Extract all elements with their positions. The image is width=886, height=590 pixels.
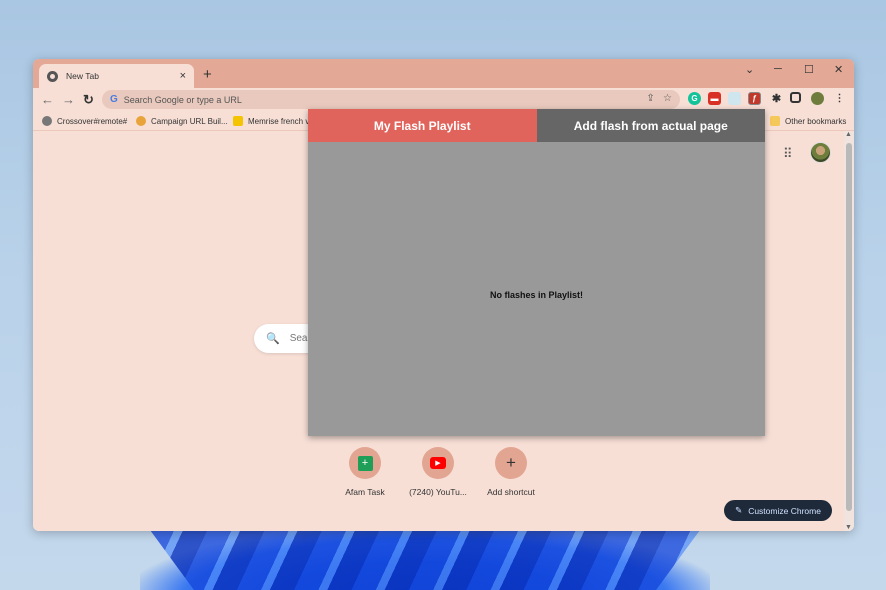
tab-title: New Tab — [66, 71, 99, 81]
sheets-icon: + — [357, 455, 373, 471]
flash-extension-icon[interactable]: ƒ — [748, 92, 761, 105]
shortcut-tile[interactable]: ▶ (7240) YouTu... — [398, 447, 478, 497]
scroll-up-icon[interactable]: ▲ — [845, 131, 852, 138]
extension-red-icon[interactable]: ▬ — [708, 92, 721, 105]
bookmark-item[interactable]: Crossover#remote# — [42, 116, 127, 126]
bookmark-item[interactable]: Campaign URL Buil... — [136, 116, 228, 126]
bookmark-item[interactable]: Memrise french v — [233, 116, 309, 126]
menu-icon[interactable]: ⋮ — [833, 92, 846, 105]
search-icon: 🔍 — [266, 333, 280, 345]
reload-icon[interactable]: ↻ — [83, 92, 94, 108]
account-avatar[interactable] — [810, 142, 831, 163]
other-bookmarks-label: Other bookmarks — [785, 116, 847, 126]
bookmark-favicon — [233, 116, 243, 126]
scrollbar[interactable]: ▲ ▼ — [844, 131, 854, 531]
empty-playlist-message: No flashes in Playlist! — [489, 290, 584, 300]
chrome-icon — [47, 70, 58, 82]
puzzle-icon[interactable]: ✱ — [770, 92, 783, 105]
shortcut-icon-circle: + — [349, 447, 381, 479]
shortcut-tile[interactable]: + Add shortcut — [471, 447, 551, 497]
minimize-button[interactable]: ─ — [774, 63, 782, 75]
tab-my-flash-playlist[interactable]: My Flash Playlist — [308, 109, 537, 142]
bookmark-label: Crossover#remote# — [57, 116, 128, 126]
bookmark-favicon — [42, 116, 52, 126]
other-bookmarks[interactable]: Other bookmarks — [770, 116, 846, 126]
playlist-body: No flashes in Playlist! — [308, 142, 765, 436]
grammarly-icon[interactable]: G — [688, 92, 701, 105]
shortcut-label: Afam Task — [345, 487, 385, 497]
back-icon[interactable]: ← — [41, 92, 54, 107]
popup-tabs: My Flash Playlist Add flash from actual … — [308, 109, 765, 142]
shortcut-icon-circle: + — [495, 447, 527, 479]
scroll-down-icon[interactable]: ▼ — [845, 524, 852, 531]
shortcut-label: Add shortcut — [487, 487, 535, 497]
customize-label: Customize Chrome — [748, 505, 821, 516]
tab-search-icon[interactable]: ⌄ — [745, 63, 754, 76]
new-tab-button[interactable]: + — [203, 66, 212, 83]
shortcut-label: (7240) YouTu... — [409, 487, 467, 497]
bookmark-favicon — [136, 116, 146, 126]
shortcut-icon-circle: ▶ — [422, 447, 454, 479]
tab-new-tab[interactable]: New Tab × — [39, 64, 194, 88]
shortcut-tile[interactable]: + Afam Task — [325, 447, 405, 497]
side-panel-icon[interactable] — [790, 92, 801, 103]
youtube-icon: ▶ — [430, 457, 446, 469]
forward-icon[interactable]: → — [62, 92, 75, 107]
wallpaper-ribbon — [150, 530, 700, 590]
profile-avatar[interactable] — [811, 92, 824, 105]
bookmark-label: Campaign URL Buil... — [151, 116, 228, 126]
share-bookmark-icons[interactable]: ⇪ ☆ — [646, 93, 672, 104]
customize-chrome-button[interactable]: ✎ Customize Chrome — [724, 500, 832, 521]
flash-playlist-popup: My Flash Playlist Add flash from actual … — [308, 109, 765, 436]
google-icon: G — [110, 94, 118, 105]
address-placeholder: Search Google or type a URL — [123, 94, 242, 105]
folder-icon — [770, 116, 780, 126]
extension-light-icon[interactable] — [728, 92, 741, 105]
title-bar: New Tab × + ⌄ ─ ☐ ✕ — [33, 59, 854, 88]
bookmark-label: Memrise french v — [248, 116, 310, 126]
maximize-button[interactable]: ☐ — [804, 63, 814, 76]
scrollbar-thumb[interactable] — [846, 143, 852, 511]
close-button[interactable]: ✕ — [834, 63, 843, 76]
tab-add-flash[interactable]: Add flash from actual page — [536, 109, 765, 142]
pencil-icon: ✎ — [735, 505, 743, 515]
address-bar[interactable]: G Search Google or type a URL ⇪ ☆ — [102, 90, 680, 109]
apps-grid-icon[interactable]: ⠿ — [783, 146, 792, 162]
plus-icon: + — [506, 453, 516, 472]
toolbar: ← → ↻ G Search Google or type a URL ⇪ ☆ … — [33, 88, 854, 111]
tab-close-icon[interactable]: × — [180, 70, 186, 82]
